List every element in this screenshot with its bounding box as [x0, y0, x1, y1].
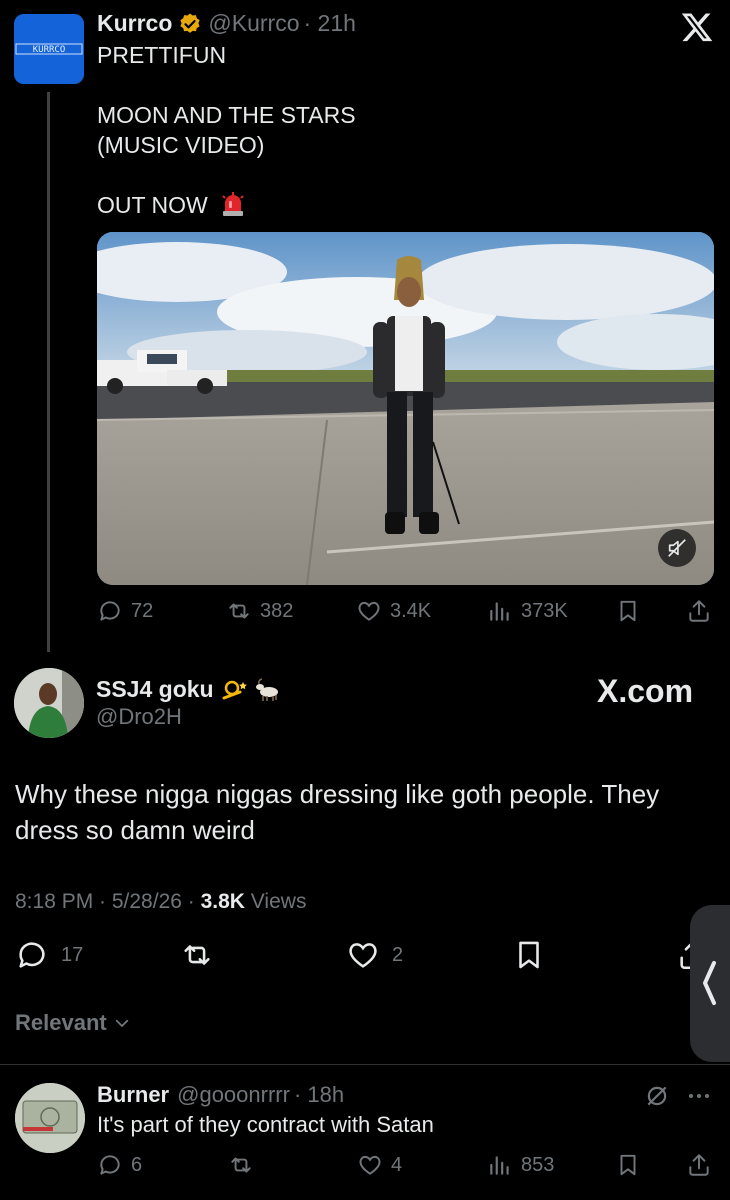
quoted-bookmark-button[interactable] [615, 598, 649, 624]
analytics-icon [490, 602, 509, 621]
reply-icon [100, 601, 120, 621]
reply-header: Burner @gooonrrrr · 18h [97, 1082, 344, 1108]
quoted-views-count: 373K [521, 599, 568, 622]
reply-icon [100, 1155, 120, 1175]
main-author-name: SSJ4 goku [96, 676, 214, 702]
main-bookmark-button[interactable] [512, 938, 554, 972]
bookmark-icon [519, 941, 539, 969]
heart-icon [349, 943, 377, 968]
reply-author-handle[interactable]: @gooonrrrr [177, 1082, 290, 1108]
reply-like-button[interactable]: 4 [357, 1152, 402, 1178]
main-tweet-meta: 8:18 PM · 5/28/26 · 3.8K Views [15, 890, 306, 914]
x-logo-icon [680, 10, 714, 44]
more-options-button[interactable] [686, 1085, 712, 1107]
main-author-handle[interactable]: @Dro2H [96, 704, 182, 730]
reply-views-button[interactable]: 853 [487, 1152, 554, 1178]
heart-icon [358, 601, 380, 621]
goat-emoji-icon [255, 677, 278, 701]
quoted-share-button[interactable] [686, 598, 720, 624]
reply-text: It's part of they contract with Satan [97, 1112, 434, 1137]
share-icon [689, 1154, 709, 1176]
main-tweet-text: Why these nigga niggas dressing like got… [15, 779, 660, 845]
reply-reply-button[interactable]: 6 [97, 1152, 142, 1178]
verified-badge-icon [180, 13, 201, 33]
bookmark-icon [620, 1154, 636, 1176]
reply-share-button[interactable] [686, 1152, 720, 1178]
more-dots-icon [689, 1094, 709, 1098]
reply-repost-button[interactable] [228, 1152, 262, 1178]
ssj4-avatar[interactable] [14, 668, 84, 738]
divider [0, 1064, 730, 1065]
dizzy-emoji-icon [222, 680, 247, 699]
heart-icon [359, 1155, 381, 1175]
chevron-down-icon [115, 1019, 128, 1027]
main-author-name-row[interactable]: SSJ4 goku [96, 676, 282, 703]
main-reply-button[interactable]: 17 [15, 938, 83, 972]
siren-emoji-icon [222, 192, 244, 216]
quoted-like-button[interactable]: 3.4K [356, 598, 431, 624]
video-player[interactable] [97, 232, 714, 585]
reply-time: · 18h [293, 1082, 345, 1107]
side-panel-handle[interactable] [690, 905, 730, 1062]
mute-button[interactable] [658, 529, 696, 567]
quoted-views-button[interactable]: 373K [487, 598, 568, 624]
main-tweet-timestamp[interactable]: 8:18 PM · 5/28/26 · [15, 890, 201, 913]
xcom-watermark: X.com [597, 673, 694, 709]
main-repost-button[interactable] [180, 938, 222, 972]
grok-icon [647, 1086, 667, 1106]
quoted-reply-button[interactable]: 72 [97, 598, 153, 624]
reply-author-name[interactable]: Burner [97, 1082, 169, 1108]
avatar-logo-text: KURRCO [33, 45, 66, 55]
burner-avatar[interactable] [15, 1083, 85, 1153]
analytics-icon [490, 1156, 509, 1175]
sort-dropdown[interactable]: Relevant [15, 1010, 131, 1036]
kurrco-avatar[interactable]: KURRCO [14, 14, 84, 84]
main-like-count: 2 [392, 943, 404, 966]
chevron-left-icon [703, 961, 716, 1005]
sort-label: Relevant [15, 1010, 107, 1035]
reply-views-count: 853 [521, 1153, 555, 1176]
quoted-tweet-header: Kurrco @Kurrco · 21h [97, 10, 356, 37]
quoted-author-handle[interactable]: @Kurrco [208, 10, 299, 37]
quoted-like-count: 3.4K [390, 599, 432, 622]
quoted-line-4: (MUSIC VIDEO) [97, 132, 265, 158]
reply-icon [19, 942, 45, 968]
reply-reply-count: 6 [131, 1153, 143, 1176]
speaker-muted-icon [668, 539, 686, 557]
reply-like-count: 4 [391, 1153, 403, 1176]
quoted-line-6-text: OUT NOW [97, 192, 208, 218]
quoted-repost-button[interactable]: 382 [226, 598, 293, 624]
share-icon [689, 600, 709, 622]
quoted-tweet-time: · 21h [303, 10, 356, 36]
quoted-repost-count: 382 [260, 599, 294, 622]
main-like-button[interactable]: 2 [346, 938, 403, 972]
quoted-line-1: PRETTIFUN [97, 42, 227, 68]
quoted-line-6: OUT NOW [97, 190, 246, 220]
quoted-line-3: MOON AND THE STARS [97, 102, 356, 128]
quoted-reply-count: 72 [131, 599, 154, 622]
main-reply-count: 17 [61, 943, 84, 966]
repost-icon [231, 1157, 251, 1173]
main-tweet-views-count: 3.8K [200, 890, 245, 913]
repost-icon [229, 603, 249, 619]
bookmark-icon [620, 600, 636, 622]
grok-button[interactable] [644, 1083, 670, 1109]
quoted-author-name[interactable]: Kurrco [97, 10, 172, 37]
main-tweet-views-label: Views [244, 890, 307, 913]
reply-bookmark-button[interactable] [615, 1152, 649, 1178]
repost-icon [184, 945, 210, 965]
thread-line [47, 92, 50, 652]
